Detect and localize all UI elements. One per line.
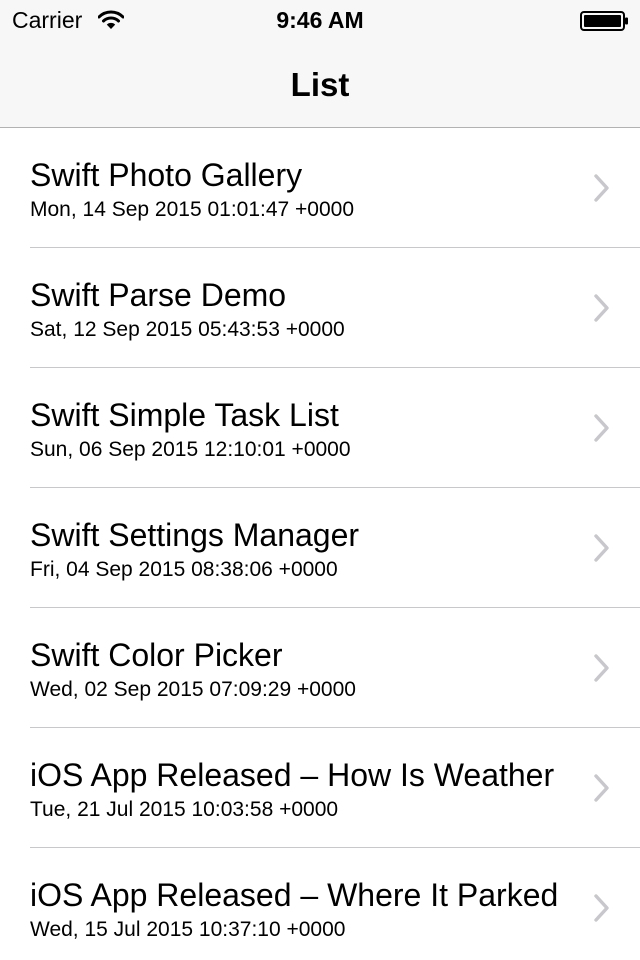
list-item-title: Swift Color Picker	[30, 637, 283, 673]
battery-icon	[580, 11, 628, 31]
navigation-bar: Carrier 9:46 AM List	[0, 0, 640, 128]
list-item-title: Swift Photo Gallery	[30, 157, 303, 193]
list-item[interactable]: Swift Settings Manager Fri, 04 Sep 2015 …	[0, 488, 640, 608]
list-item-date: Fri, 04 Sep 2015 08:38:06 +0000	[30, 558, 338, 581]
item-list: Swift Photo Gallery Mon, 14 Sep 2015 01:…	[0, 128, 640, 960]
chevron-right-icon	[594, 654, 609, 682]
list-item-date: Tue, 21 Jul 2015 10:03:58 +0000	[30, 798, 339, 821]
list-item-title: Swift Parse Demo	[30, 277, 287, 313]
list-item[interactable]: Swift Parse Demo Sat, 12 Sep 2015 05:43:…	[0, 248, 640, 368]
list-item[interactable]: Swift Photo Gallery Mon, 14 Sep 2015 01:…	[0, 128, 640, 248]
list-item[interactable]: Swift Simple Task List Sun, 06 Sep 2015 …	[0, 368, 640, 488]
app-screen: Carrier 9:46 AM List Swift Photo Gallery…	[0, 0, 640, 960]
list-item[interactable]: iOS App Released – How Is Weather Tue, 2…	[0, 728, 640, 848]
list-item-date: Sat, 12 Sep 2015 05:43:53 +0000	[30, 318, 345, 341]
list-item-title: iOS App Released – Where It Parked	[30, 877, 559, 913]
chevron-right-icon	[594, 414, 609, 442]
list-item[interactable]: iOS App Released – Where It Parked Wed, …	[0, 848, 640, 960]
page-title: List	[290, 66, 350, 103]
list-item-date: Wed, 15 Jul 2015 10:37:10 +0000	[30, 918, 346, 941]
list-item-title: Swift Simple Task List	[30, 397, 339, 433]
list-item-title: iOS App Released – How Is Weather	[30, 757, 555, 793]
status-bar: Carrier 9:46 AM	[0, 0, 640, 40]
chevron-right-icon	[594, 534, 609, 562]
list-item-title: Swift Settings Manager	[30, 517, 360, 553]
list-item-date: Sun, 06 Sep 2015 12:10:01 +0000	[30, 438, 351, 461]
chevron-right-icon	[594, 294, 609, 322]
chevron-right-icon	[594, 174, 609, 202]
status-time: 9:46 AM	[276, 7, 364, 33]
list-item-date: Mon, 14 Sep 2015 01:01:47 +0000	[30, 198, 355, 221]
chevron-right-icon	[594, 774, 609, 802]
chevron-right-icon	[594, 894, 609, 922]
list-item-date: Wed, 02 Sep 2015 07:09:29 +0000	[30, 678, 356, 701]
list-item[interactable]: Swift Color Picker Wed, 02 Sep 2015 07:0…	[0, 608, 640, 728]
